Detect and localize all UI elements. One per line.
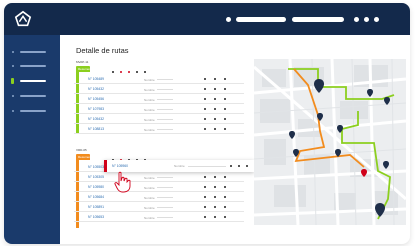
route-label: Nombre bbox=[144, 205, 155, 210]
route-label: Nombre bbox=[144, 117, 155, 122]
route-code[interactable]: N° 108813 bbox=[88, 127, 104, 131]
route-label: Nombre bbox=[144, 77, 155, 82]
route-label: Nombre bbox=[144, 97, 155, 102]
route-row[interactable]: N° 108813 Nombre bbox=[74, 124, 244, 134]
route-row[interactable]: N° 105980 Nombre bbox=[74, 182, 244, 192]
route-label: Nombre bbox=[144, 215, 155, 220]
route-label: Nombre bbox=[144, 127, 155, 132]
route-label: Nombre bbox=[144, 175, 155, 180]
nav-dot[interactable] bbox=[354, 17, 359, 22]
nav-dot[interactable] bbox=[364, 17, 369, 22]
app-window: Detalle de rutas MVAP-11 Resumen N° 1054… bbox=[4, 3, 410, 244]
sidebar-item[interactable] bbox=[12, 47, 48, 57]
route-row[interactable]: N° 105684 Nombre bbox=[74, 192, 244, 202]
route-code[interactable]: N° 105891 bbox=[88, 205, 104, 209]
selected-indicator bbox=[104, 160, 107, 172]
page-title: Detalle de rutas bbox=[76, 46, 129, 55]
route-row[interactable]: N° 105891 Nombre bbox=[74, 202, 244, 212]
sidebar-item[interactable] bbox=[12, 106, 48, 116]
route-row[interactable]: N° 105432 Nombre bbox=[74, 114, 244, 124]
route-code[interactable]: N° 105684 bbox=[88, 195, 104, 199]
sidebar-item-active[interactable] bbox=[11, 76, 48, 86]
nav-pill[interactable] bbox=[236, 17, 286, 22]
route-code[interactable]: N° 105489 bbox=[88, 77, 104, 81]
hand-pointer-icon bbox=[114, 171, 131, 193]
nav-dot[interactable] bbox=[374, 17, 379, 22]
route-code[interactable]: N° 107983 bbox=[88, 107, 104, 111]
routes-panel: MVAP-11 Resumen N° 105489 Nombre N° 1054… bbox=[74, 60, 246, 230]
selected-route-label: Nombre bbox=[174, 164, 185, 168]
top-bar bbox=[4, 3, 410, 35]
route-label: Nombre bbox=[144, 107, 155, 112]
selected-route-code[interactable]: N° 105960 bbox=[112, 164, 128, 168]
route-label: Nombre bbox=[144, 185, 155, 190]
map-canvas[interactable] bbox=[254, 59, 406, 225]
route-code[interactable]: N° 105432 bbox=[88, 117, 104, 121]
sidebar-item[interactable] bbox=[12, 61, 48, 71]
route-row[interactable]: N° 107983 Nombre bbox=[74, 104, 244, 114]
route-row[interactable]: N° 105653 Nombre bbox=[74, 212, 244, 222]
sidebar-item[interactable] bbox=[12, 91, 48, 101]
route-label: Nombre bbox=[144, 195, 155, 200]
nav-dot[interactable] bbox=[226, 17, 231, 22]
nav-pill[interactable] bbox=[292, 17, 344, 22]
route-row[interactable]: N° 105456 Nombre bbox=[74, 94, 244, 104]
route-group-label: VRD-05 bbox=[76, 148, 87, 152]
route-group-label: MVAP-11 bbox=[76, 60, 89, 64]
route-code[interactable]: N° 105456 bbox=[88, 97, 104, 101]
route-code[interactable]: N° 105980 bbox=[88, 185, 104, 189]
route-code[interactable]: N° 105305 bbox=[88, 175, 104, 179]
route-code[interactable]: N° 105503 bbox=[88, 165, 104, 169]
route-row[interactable]: N° 105489 Nombre bbox=[74, 74, 244, 84]
route-map[interactable] bbox=[254, 59, 406, 225]
route-code[interactable]: N° 105432 bbox=[88, 87, 104, 91]
route-row[interactable]: N° 105432 Nombre bbox=[74, 84, 244, 94]
brand-logo-icon[interactable] bbox=[14, 10, 32, 28]
sidebar bbox=[4, 35, 60, 244]
route-row[interactable]: N° 105305 Nombre bbox=[74, 172, 244, 182]
route-label: Nombre bbox=[144, 87, 155, 92]
route-code[interactable]: N° 105653 bbox=[88, 215, 104, 219]
